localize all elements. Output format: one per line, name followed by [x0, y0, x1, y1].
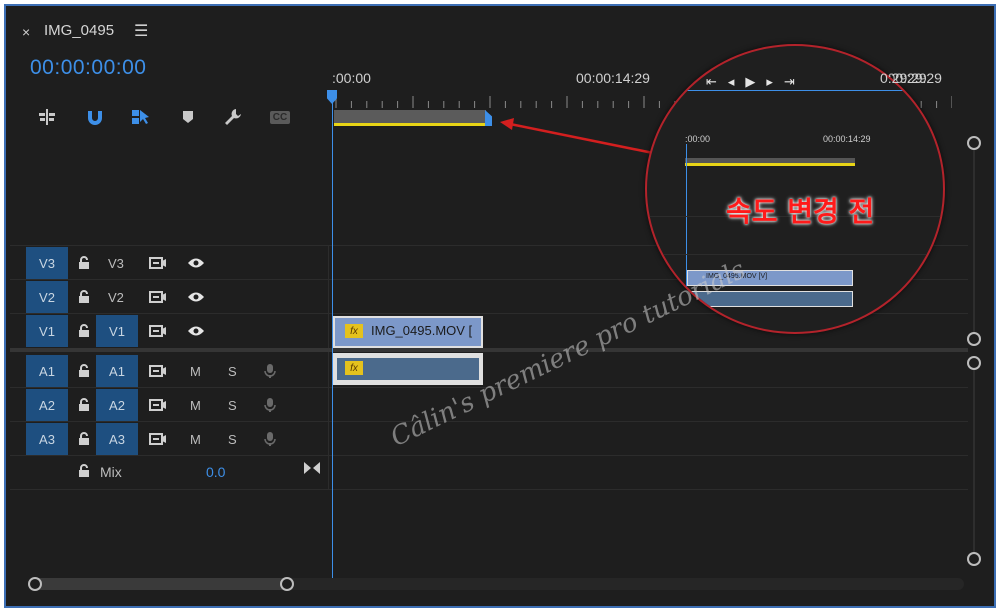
mix-track-label: Mix [100, 464, 122, 480]
divider [10, 489, 968, 490]
linked-selection-icon[interactable] [128, 106, 154, 128]
timeline-panel: × IMG_0495 ☰ 00:00:00:00 CC :00:00 00:00… [4, 4, 996, 608]
lock-icon[interactable] [72, 459, 96, 483]
playhead-timecode[interactable]: 00:00:00:00 [30, 56, 146, 80]
fx-badge: fx [345, 324, 363, 338]
zoom-handle-right[interactable] [280, 577, 294, 591]
divider [10, 455, 968, 456]
work-area-end-handle[interactable] [485, 110, 492, 126]
scroll-handle-top[interactable] [967, 136, 981, 150]
scroll-track [973, 143, 975, 339]
lock-icon[interactable] [72, 359, 96, 383]
divider [10, 421, 968, 422]
fx-badge: fx [345, 361, 363, 375]
sync-lock-icon[interactable] [146, 359, 170, 383]
eye-icon[interactable] [184, 251, 208, 275]
mute-button[interactable]: M [190, 432, 201, 447]
video-vertical-scrollbar[interactable] [967, 136, 981, 346]
insert-nest-icon[interactable] [34, 106, 60, 128]
playhead-line[interactable] [332, 90, 333, 578]
lock-icon[interactable] [72, 319, 96, 343]
sync-lock-icon[interactable] [146, 251, 170, 275]
captions-label: CC [269, 110, 291, 124]
ruler-label-mid: 00:00:14:29 [576, 70, 650, 86]
wrench-settings-icon[interactable] [220, 106, 246, 128]
captions-icon[interactable]: CC [267, 106, 293, 128]
ruler-label-start: :00:00 [332, 70, 371, 86]
track-target-a1[interactable]: A1 [96, 355, 138, 387]
divider [647, 254, 943, 255]
magnifier-work-area [685, 158, 855, 166]
scroll-handle-bottom[interactable] [967, 332, 981, 346]
mix-volume-value[interactable]: 0.0 [206, 464, 225, 480]
source-patch-a2[interactable]: A2 [26, 389, 68, 421]
track-label-v2[interactable]: V2 [108, 290, 124, 305]
solo-button[interactable]: S [228, 398, 237, 413]
solo-button[interactable]: S [228, 364, 237, 379]
snap-magnet-icon[interactable] [82, 106, 108, 128]
mute-button[interactable]: M [190, 364, 201, 379]
panel-menu-icon[interactable]: ☰ [134, 21, 148, 41]
magnifier-ruler-mid: 00:00:14:29 [823, 134, 871, 144]
horizontal-scroll-thumb[interactable] [34, 578, 291, 590]
annotation-note: 속도 변경 전 [726, 195, 875, 228]
callout-arrow [500, 118, 659, 156]
source-patch-a3[interactable]: A3 [26, 423, 68, 455]
sync-lock-icon[interactable] [146, 427, 170, 451]
audio-clip[interactable]: fx [333, 353, 483, 385]
sync-lock-icon[interactable] [146, 285, 170, 309]
work-area-bar[interactable] [334, 110, 486, 126]
lock-icon[interactable] [72, 251, 96, 275]
scroll-handle-bottom[interactable] [967, 552, 981, 566]
source-patch-v3[interactable]: V3 [26, 247, 68, 279]
microphone-icon[interactable] [258, 427, 282, 451]
video-audio-divider[interactable] [10, 348, 968, 352]
zoom-handle-left[interactable] [28, 577, 42, 591]
lock-icon[interactable] [72, 285, 96, 309]
track-target-v1[interactable]: V1 [96, 315, 138, 347]
lock-icon[interactable] [72, 427, 96, 451]
divider [328, 246, 329, 490]
eye-icon[interactable] [184, 319, 208, 343]
audio-vertical-scrollbar[interactable] [967, 356, 981, 566]
sequence-tab-title[interactable]: IMG_0495 [44, 22, 114, 39]
add-marker-icon[interactable] [175, 106, 201, 128]
track-target-a2[interactable]: A2 [96, 389, 138, 421]
magnifier-ruler-end: 0:29:29 [880, 70, 927, 86]
divider [647, 90, 943, 91]
microphone-icon[interactable] [258, 393, 282, 417]
track-target-a3[interactable]: A3 [96, 423, 138, 455]
transport-controls: ⇤◂▶▸⇥ [706, 74, 806, 89]
scroll-track [973, 363, 975, 559]
mute-button[interactable]: M [190, 398, 201, 413]
track-label-v3[interactable]: V3 [108, 256, 124, 271]
sync-lock-icon[interactable] [146, 319, 170, 343]
eye-icon[interactable] [184, 285, 208, 309]
sync-lock-icon[interactable] [146, 393, 170, 417]
close-tab-icon[interactable]: × [22, 24, 30, 40]
video-clip[interactable]: fx IMG_0495.MOV [ [333, 316, 483, 348]
source-patch-v1[interactable]: V1 [26, 315, 68, 347]
clip-name: IMG_0495.MOV [ [371, 323, 473, 338]
source-patch-a1[interactable]: A1 [26, 355, 68, 387]
scroll-handle-top[interactable] [967, 356, 981, 370]
microphone-icon[interactable] [258, 359, 282, 383]
lock-icon[interactable] [72, 393, 96, 417]
go-to-in-out-icon[interactable] [300, 456, 324, 480]
source-patch-v2[interactable]: V2 [26, 281, 68, 313]
magnifier-ruler-start: :00:00 [685, 134, 711, 144]
solo-button[interactable]: S [228, 432, 237, 447]
